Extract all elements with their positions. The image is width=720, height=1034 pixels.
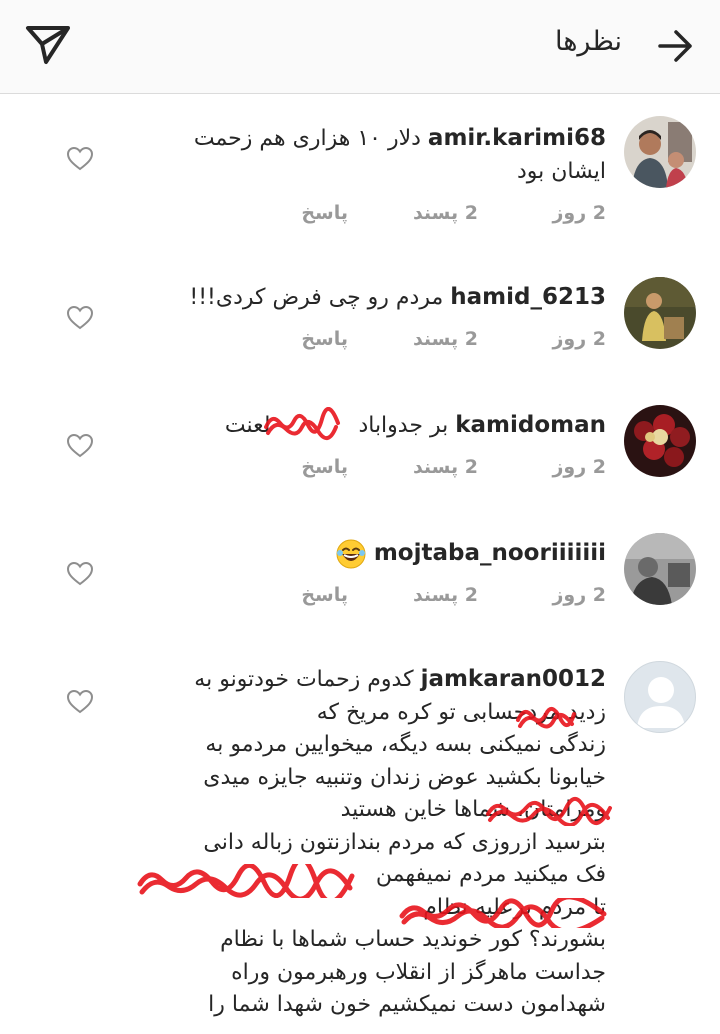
send-icon[interactable] [24, 22, 72, 66]
comment-text: amir.karimi68 دلار ۱۰ هزاری هم زحمت ایشا… [146, 122, 606, 188]
heart-icon[interactable] [66, 433, 94, 459]
comment-likes[interactable]: 2 پسند [348, 584, 478, 606]
laughing-face-icon [336, 539, 366, 569]
heart-icon[interactable] [66, 561, 94, 587]
comment-line: شهدامون دست نمیکشیم خون شهدا شما را [208, 992, 606, 1017]
comment-username[interactable]: mojtaba_nooriiiiiii [374, 540, 606, 566]
comment-meta: 2 روز 2 پسند پاسخ [301, 456, 606, 478]
comment-time: 2 روز [552, 584, 606, 606]
page-title: نظرها [554, 26, 622, 57]
comment-likes[interactable]: 2 پسند [348, 328, 478, 350]
avatar[interactable] [624, 405, 696, 477]
avatar[interactable] [624, 533, 696, 605]
comment-username[interactable]: jamkaran0012 [421, 666, 606, 692]
heart-icon[interactable] [66, 146, 94, 172]
heart-icon[interactable] [66, 689, 94, 715]
comment-line: زندگی نمیکنی بسه دیگه، میخوایین مردمو به [205, 732, 606, 757]
avatar[interactable] [624, 661, 696, 733]
comment-line: جداست ماهرگز از انقلاب ورهبرمون وراه [231, 959, 606, 985]
comment-time: 2 روز [552, 202, 606, 224]
arrow-right-icon[interactable] [656, 26, 696, 66]
avatar[interactable] [624, 277, 696, 349]
reply-button[interactable]: پاسخ [301, 584, 348, 606]
top-bar: نظرها [0, 0, 720, 94]
comment-likes[interactable]: 2 پسند [348, 456, 478, 478]
comment-line: خیابونا بکشید عوض زندان وتنبیه جایزه مید… [203, 764, 606, 790]
comment-username[interactable]: hamid_6213 [450, 284, 606, 310]
comment-text: mojtaba_nooriiiiiii [146, 537, 606, 570]
comment-meta: 2 روز 2 پسند پاسخ [301, 584, 606, 606]
comment-text: hamid_6213 مردم رو چی فرض کردی!!! [146, 281, 606, 314]
comment-line: کدوم زحمات خودتونو به [194, 667, 414, 692]
comment-username[interactable]: kamidoman [455, 412, 606, 438]
avatar[interactable] [624, 116, 696, 188]
comment-username[interactable]: amir.karimi68 [428, 125, 606, 151]
redaction-scribble [264, 407, 340, 440]
comment-line: بشورند؟ کور خوندید حساب شماها با نظام [220, 927, 606, 952]
redaction-scribble [137, 864, 355, 898]
comment-meta: 2 روز 2 پسند پاسخ [301, 328, 606, 350]
comment-line: بترسید ازروزی که مردم بندازنتون زباله دا… [203, 829, 606, 855]
redaction-scribble [399, 898, 607, 928]
redaction-scribble [486, 797, 612, 826]
redaction-scribble [516, 706, 576, 729]
comment-body-start: بر جدواباد [358, 413, 449, 438]
comment-meta: 2 روز 2 پسند پاسخ [301, 202, 606, 224]
heart-icon[interactable] [66, 305, 94, 331]
reply-button[interactable]: پاسخ [301, 202, 348, 224]
comment-body: مردم رو چی فرض کردی!!! [189, 285, 444, 310]
reply-button[interactable]: پاسخ [301, 328, 348, 350]
comment-time: 2 روز [552, 456, 606, 478]
reply-button[interactable]: پاسخ [301, 456, 348, 478]
comment-likes[interactable]: 2 پسند [348, 202, 478, 224]
comment-time: 2 روز [552, 328, 606, 350]
comment-line: فک میکنید مردم نمیفهمن [375, 862, 606, 887]
comment-text: kamidoman بر جدواباد لعنت [146, 409, 606, 442]
